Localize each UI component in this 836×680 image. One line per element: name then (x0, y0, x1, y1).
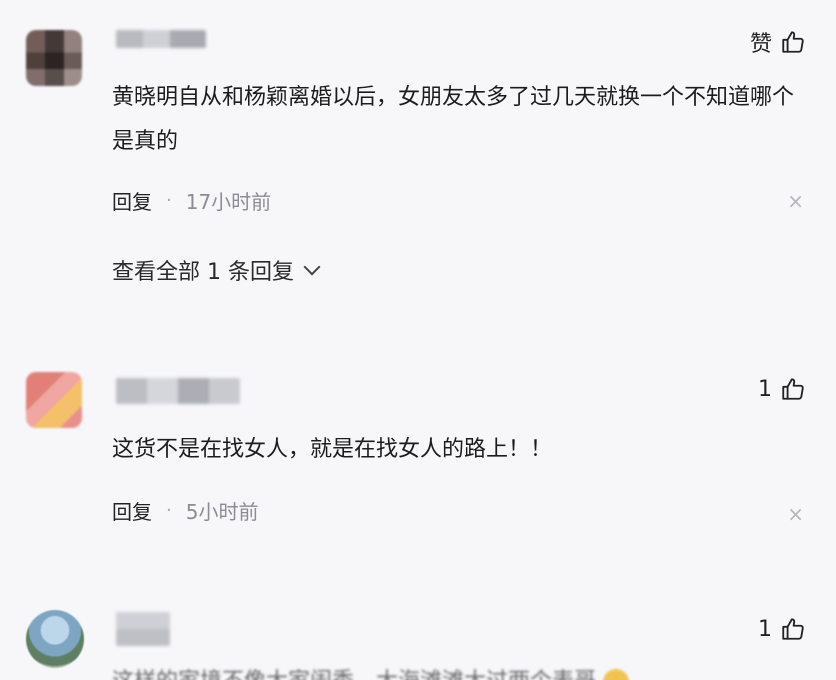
username-blurred[interactable] (116, 612, 170, 646)
view-all-replies-button[interactable]: 查看全部 1 条回复 (112, 254, 321, 286)
like-label: 赞 (749, 32, 772, 57)
close-icon[interactable]: × (787, 189, 804, 213)
meta-separator: · (166, 500, 172, 521)
comment-meta: 回复 · 5小时前 (112, 496, 258, 525)
thumbs-up-icon (780, 616, 806, 642)
comment-text: 这货不是在找女人，就是在找女人的路上！！ (112, 437, 553, 462)
thumbs-up-icon (780, 376, 806, 402)
view-all-replies-label: 查看全部 1 条回复 (112, 260, 294, 285)
meta-separator: · (166, 190, 172, 211)
comment-time: 5小时前 (185, 500, 259, 524)
comment-list: 赞 黄晓明自从和杨颖离婚以后，女朋友太多了过几天就换一个不知道哪个是真的 回复 … (0, 0, 836, 680)
like-button[interactable]: 1 (758, 616, 806, 642)
like-count: 1 (758, 376, 772, 402)
like-button[interactable]: 赞 (750, 26, 806, 58)
comment-time: 17小时前 (185, 190, 272, 214)
reply-button[interactable]: 回复 (112, 186, 152, 215)
comment-text: 这样的家境不像大家闺秀，大海滩滩大过两个表哥 (112, 660, 806, 680)
comment-meta: 回复 · 17小时前 (112, 186, 271, 215)
thumbs-up-icon (780, 29, 806, 55)
reply-button[interactable]: 回复 (112, 496, 152, 525)
avatar[interactable] (26, 372, 82, 428)
username-blurred[interactable] (116, 30, 206, 48)
username-blurred[interactable] (116, 378, 240, 404)
comment-text: 黄晓明自从和杨颖离婚以后，女朋友太多了过几天就换一个不知道哪个是真的 (112, 85, 795, 154)
comment-text-content: 这样的家境不像大家闺秀，大海滩滩大过两个表哥 (112, 669, 596, 680)
avatar[interactable] (26, 610, 84, 668)
chevron-down-icon (303, 258, 321, 276)
avatar[interactable] (26, 30, 82, 86)
like-button[interactable]: 1 (758, 376, 806, 402)
emoji-icon (603, 669, 630, 680)
like-count: 1 (758, 616, 772, 642)
close-icon[interactable]: × (787, 502, 804, 526)
